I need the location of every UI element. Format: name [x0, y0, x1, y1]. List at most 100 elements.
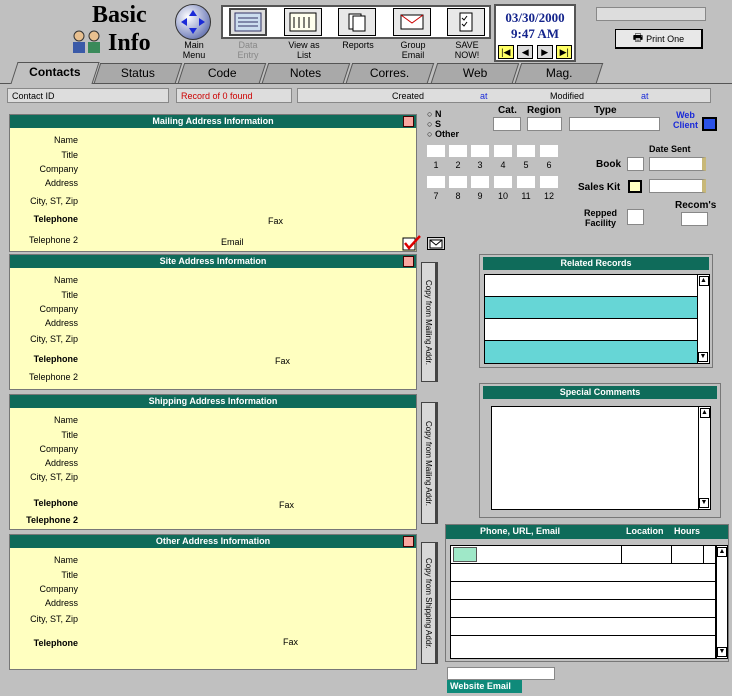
related-records-list[interactable]: ▲ ▼ — [484, 274, 710, 364]
table-row[interactable] — [451, 618, 715, 636]
send-email-icon[interactable] — [427, 237, 445, 250]
table-row[interactable] — [451, 564, 715, 582]
number-label: 4 — [500, 160, 506, 170]
main-menu-button[interactable] — [175, 4, 211, 40]
tab-contacts[interactable]: Contacts — [10, 62, 100, 84]
book-date-field[interactable] — [649, 157, 706, 171]
city-label: City, ST, Zip — [30, 472, 78, 482]
company-label: Company — [39, 444, 78, 454]
tab-corres[interactable]: Corres. — [345, 63, 435, 83]
table-row[interactable] — [451, 546, 715, 564]
data-entry-button[interactable] — [229, 8, 267, 36]
tab-notes[interactable]: Notes — [261, 63, 351, 83]
group-email-label: Group Email — [400, 40, 426, 60]
table-row[interactable] — [451, 600, 715, 618]
table-cell[interactable] — [453, 547, 477, 562]
copy-from-mailing-button[interactable]: Copy from Mailing Addr. — [421, 262, 438, 382]
region-field[interactable] — [527, 117, 562, 131]
list-item[interactable] — [485, 319, 709, 341]
name-label: Name — [53, 415, 78, 425]
scroll-up-icon[interactable]: ▲ — [698, 276, 709, 286]
web-client-checkbox[interactable] — [702, 117, 717, 131]
next-record-icon[interactable]: ▶ — [536, 45, 553, 59]
clear-icon[interactable] — [403, 256, 414, 267]
tab-code[interactable]: Code — [177, 63, 267, 83]
cat-field[interactable] — [493, 117, 521, 131]
fax-label: Fax — [283, 637, 299, 647]
repped-facility-checkbox[interactable] — [627, 209, 644, 225]
city-label: City, ST, Zip — [30, 334, 78, 344]
section-header: Shipping Address Information — [10, 395, 416, 408]
scroll-up-icon[interactable]: ▲ — [717, 547, 727, 557]
printer-icon: 🖶 — [632, 32, 644, 44]
scroll-down-icon[interactable]: ▼ — [699, 498, 709, 508]
scrollbar[interactable]: ▲ ▼ — [697, 275, 709, 363]
view-list-button[interactable] — [284, 8, 322, 36]
hours-col-label: Hours — [674, 526, 701, 536]
scrollbar[interactable]: ▲ ▼ — [716, 545, 728, 659]
number-box[interactable] — [471, 145, 489, 157]
number-box[interactable] — [494, 145, 512, 157]
special-comments-textarea[interactable]: ▲ ▼ — [491, 406, 711, 510]
group-email-button[interactable] — [393, 8, 431, 36]
number-box[interactable] — [540, 176, 558, 188]
phone-list[interactable] — [450, 545, 716, 659]
radio-icon[interactable]: ○ — [427, 109, 432, 119]
prev-record-icon[interactable]: ◀ — [517, 45, 534, 59]
web-client-label: Web Client — [673, 110, 699, 130]
number-box[interactable] — [427, 176, 445, 188]
envelope-icon — [400, 14, 424, 30]
type-field[interactable] — [569, 117, 660, 131]
sales-kit-date-field[interactable] — [649, 179, 706, 193]
copy-from-shipping-button[interactable]: Copy from Shipping Addr. — [421, 542, 438, 664]
created-at-label: at — [480, 91, 488, 101]
created-label: Created — [392, 91, 425, 101]
number-box[interactable] — [540, 145, 558, 157]
copy-from-mailing-button-2[interactable]: Copy from Mailing Addr. — [421, 402, 438, 524]
book-checkbox[interactable] — [627, 157, 644, 171]
list-item[interactable] — [485, 297, 709, 319]
reports-button[interactable] — [338, 8, 376, 36]
number-box[interactable] — [517, 176, 535, 188]
nso-radio-group[interactable]: ○ N ○ S ○ Other — [427, 109, 459, 139]
telephone-label: Telephone — [33, 498, 78, 508]
save-now-button[interactable] — [447, 8, 485, 36]
scroll-down-icon[interactable]: ▼ — [717, 647, 727, 657]
number-box[interactable] — [449, 176, 467, 188]
sales-kit-label: Sales Kit — [578, 182, 621, 193]
last-record-icon[interactable]: ▶| — [556, 45, 573, 59]
number-label: 12 — [543, 191, 554, 201]
radio-icon[interactable]: ○ — [427, 129, 432, 139]
type-label: Type — [594, 105, 617, 116]
fax-label: Fax — [268, 216, 284, 226]
section-header: Other Address Information — [10, 535, 416, 548]
list-item[interactable] — [485, 275, 709, 297]
first-record-icon[interactable]: |◀ — [497, 45, 514, 59]
clear-icon[interactable] — [403, 536, 414, 547]
tab-web[interactable]: Web — [430, 63, 520, 83]
sales-kit-checkbox[interactable] — [628, 180, 642, 193]
scrollbar[interactable]: ▲ ▼ — [698, 407, 710, 509]
section-header: Site Address Information — [10, 255, 416, 268]
table-row[interactable] — [451, 582, 715, 600]
clear-icon[interactable] — [403, 116, 414, 127]
number-box[interactable] — [517, 145, 535, 157]
list-item[interactable] — [485, 341, 709, 363]
telephone2-label: Telephone 2 — [28, 235, 78, 245]
top-right-field[interactable] — [596, 7, 706, 21]
checkmark-icon[interactable] — [402, 235, 422, 251]
scroll-up-icon[interactable]: ▲ — [699, 408, 710, 418]
website-email-field[interactable] — [447, 667, 555, 680]
number-box[interactable] — [427, 145, 445, 157]
site-section: Site Address Information Name Title Comp… — [9, 254, 417, 390]
tab-mag[interactable]: Mag. — [514, 63, 604, 83]
tab-status[interactable]: Status — [93, 63, 183, 83]
recoms-field[interactable] — [681, 212, 708, 226]
address-label: Address — [44, 458, 78, 468]
radio-icon[interactable]: ○ — [427, 119, 432, 129]
scroll-down-icon[interactable]: ▼ — [698, 352, 708, 362]
number-box[interactable] — [494, 176, 512, 188]
number-box[interactable] — [449, 145, 467, 157]
print-one-button[interactable]: 🖶 Print One — [615, 29, 703, 49]
number-box[interactable] — [471, 176, 489, 188]
